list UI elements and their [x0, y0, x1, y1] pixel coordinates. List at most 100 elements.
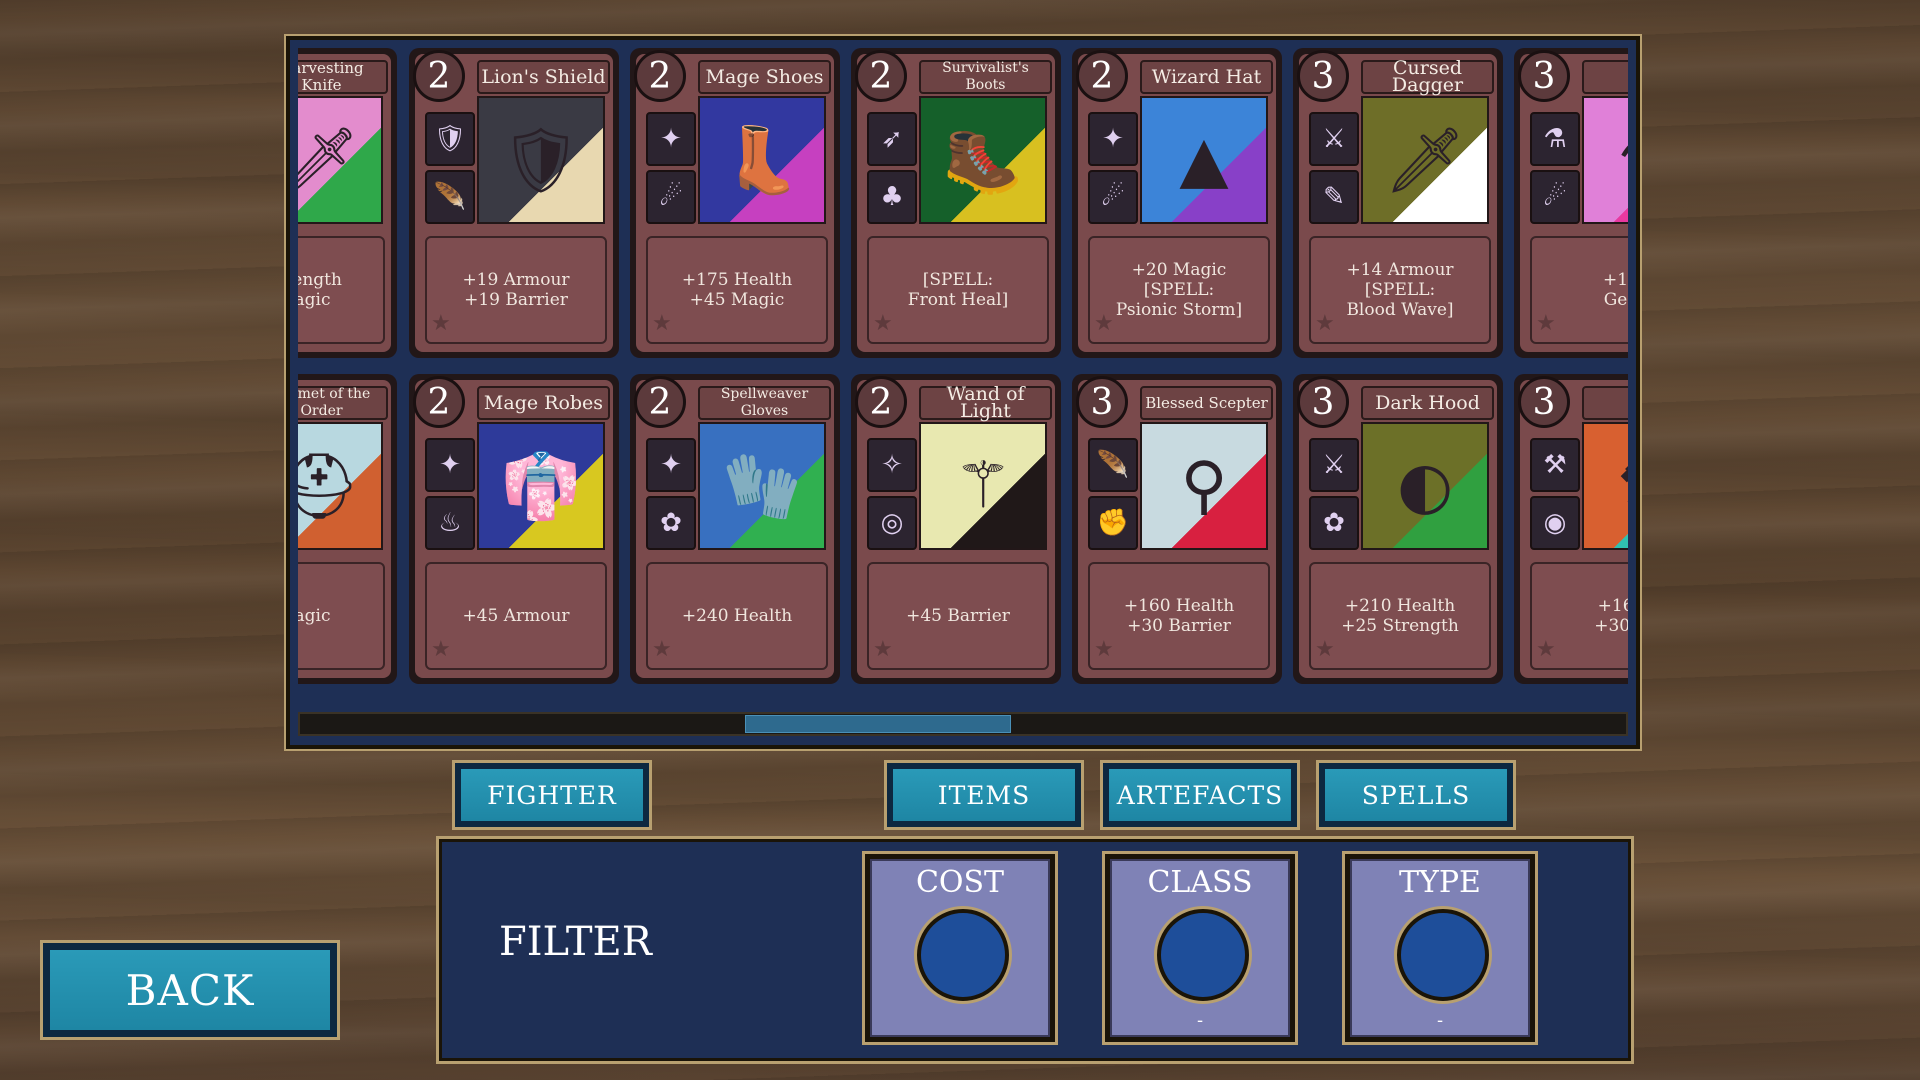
item-card[interactable]: Wand of Light ⚚ ✧ ◎ +45 Barrier ★ 2: [851, 374, 1061, 684]
card-cost: 3: [1518, 50, 1570, 102]
star-icon[interactable]: ★: [873, 637, 893, 662]
card-class-icons: ⚔ ✎: [1309, 112, 1359, 224]
card-description: +19 Armour +19 Barrier: [425, 236, 607, 344]
wing-icon: 🪶: [425, 170, 475, 224]
card-art: 🧤: [698, 422, 826, 550]
potion-icon: ⚗: [1530, 112, 1580, 166]
item-card[interactable]: Spellweaver Gloves 🧤 ✦ ✿ +240 Health ★ 2: [630, 374, 840, 684]
item-card[interactable]: Mage Robes 👘 ✦ ♨ +45 Armour ★ 2: [409, 374, 619, 684]
scrollbar-thumb[interactable]: [745, 715, 1011, 733]
filter-class[interactable]: CLASS -: [1102, 851, 1298, 1045]
card-art: ⛑: [298, 422, 383, 550]
star-icon[interactable]: ★: [1536, 311, 1556, 336]
card-frame: Helmet of the Order⛑⛑+ Magic★: [298, 380, 391, 678]
tab-items[interactable]: ITEMS: [884, 760, 1084, 830]
staff-icon: ✦: [1088, 112, 1138, 166]
star-icon[interactable]: ★: [1315, 637, 1335, 662]
staff-icon: ✦: [646, 438, 696, 492]
filter-type[interactable]: TYPE -: [1342, 851, 1538, 1045]
tab-spells[interactable]: SPELLS: [1316, 760, 1516, 830]
card-cost: 2: [634, 50, 686, 102]
item-art-icon: 🧤: [722, 449, 802, 524]
card-name: Doc: [1582, 60, 1628, 94]
card-name: Mage Shoes: [698, 60, 831, 94]
filter-class-dial[interactable]: [1157, 909, 1249, 1001]
card-class-icons: 🪶 ✊: [1088, 438, 1138, 550]
card-description: + Magic: [298, 562, 385, 670]
card-description: +45 Barrier: [867, 562, 1049, 670]
crossed-blades-icon: ⚔: [1309, 438, 1359, 492]
item-card[interactable]: Wizard Hat ▲ ✦ ☄ +20 Magic [SPELL: Psionic S…: [1072, 48, 1282, 358]
bow-icon: ➶: [867, 112, 917, 166]
filter-type-dial[interactable]: [1397, 909, 1489, 1001]
card-art: 👢: [698, 96, 826, 224]
item-card[interactable]: Blessed Scepter ⚲ 🪶 ✊ +160 Health +30 Barrie…: [1072, 374, 1282, 684]
item-art-icon: ⚒: [1617, 449, 1628, 523]
item-art-icon: 🗡: [298, 123, 360, 198]
ranger-icon: ♣: [867, 170, 917, 224]
item-art-icon: 👢: [722, 123, 802, 198]
wand-icon: ✧: [867, 438, 917, 492]
card-cost: 3: [1518, 376, 1570, 428]
item-card[interactable]: Doc⚗⚗☄+15 Gen★3: [1514, 48, 1628, 358]
star-icon[interactable]: ★: [873, 311, 893, 336]
card-description: +14 Armour [SPELL: Blood Wave]: [1309, 236, 1491, 344]
star-icon[interactable]: ★: [1094, 311, 1114, 336]
card-description: +210 Health +25 Strength: [1309, 562, 1491, 670]
item-art-icon: ⚲: [1180, 449, 1228, 523]
item-card[interactable]: Lion's Shield 🛡 🛡 🪶 +19 Armour +19 Barrier ★ 2: [409, 48, 619, 358]
card-art: ⚲: [1140, 422, 1268, 550]
item-art-icon: 🗡: [1384, 123, 1466, 198]
item-card[interactable]: Dark Hood ◐ ⚔ ✿ +210 Health +25 Strength ★ 3: [1293, 374, 1503, 684]
card-art: ⚚: [919, 422, 1047, 550]
filter-cost[interactable]: COST: [862, 851, 1058, 1045]
back-button[interactable]: BACK: [40, 940, 340, 1040]
filter-class-title: CLASS: [1147, 865, 1253, 900]
star-icon[interactable]: ★: [431, 311, 451, 336]
card-cost: 2: [413, 376, 465, 428]
tab-fighter-label: FIGHTER: [459, 767, 645, 823]
hammer-icon: ⚒: [1530, 438, 1580, 492]
card-cost: 2: [855, 376, 907, 428]
card-class-icons: ✦ ♨: [425, 438, 475, 550]
item-card[interactable]: Harvesting Knife🗡🗡+ Strength + Magic★: [298, 48, 397, 358]
item-card[interactable]: Cursed Dagger 🗡 ⚔ ✎ +14 Armour [SPELL: Blood…: [1293, 48, 1503, 358]
card-name: Dark Hood: [1361, 386, 1494, 420]
card-class-icons: ✦ ☄: [646, 112, 696, 224]
star-icon[interactable]: ★: [431, 637, 451, 662]
filter-cost-title: COST: [915, 865, 1005, 900]
card-name: Cursed Dagger: [1361, 59, 1494, 95]
item-card[interactable]: Survivalist's Boots 🥾 ➶ ♣ [SPELL: Front Heal…: [851, 48, 1061, 358]
star-icon[interactable]: ★: [652, 637, 672, 662]
feather-icon: ✎: [1309, 170, 1359, 224]
card-cost: 2: [634, 376, 686, 428]
thorn-icon: ✿: [1309, 496, 1359, 550]
star-icon[interactable]: ★: [1536, 637, 1556, 662]
star-icon[interactable]: ★: [1315, 311, 1335, 336]
tab-artefacts[interactable]: ARTEFACTS: [1100, 760, 1300, 830]
card-name: Spellweaver Gloves: [698, 386, 831, 420]
staff-icon: ✦: [425, 438, 475, 492]
filter-cost-dial[interactable]: [917, 909, 1009, 1001]
card-cost: 2: [1076, 50, 1128, 102]
filter-class-value: -: [1196, 1010, 1204, 1031]
item-card[interactable]: Duc⚒⚒◉+160 +30 A★3: [1514, 374, 1628, 684]
card-viewport[interactable]: Harvesting Knife 🗡 🗡 + Strength + Magic ★ Lio…: [298, 48, 1628, 708]
card-art: ⚗: [1582, 96, 1628, 224]
filter-label: FILTER: [499, 919, 652, 965]
card-name: Mage Robes: [477, 386, 610, 420]
star-icon[interactable]: ★: [1094, 637, 1114, 662]
tab-fighter[interactable]: FIGHTER: [452, 760, 652, 830]
item-card[interactable]: Helmet of the Order⛑⛑+ Magic★: [298, 374, 397, 684]
horizontal-scrollbar[interactable]: [298, 712, 1628, 736]
filter-type-value: -: [1436, 1010, 1444, 1031]
vortex-icon: ◎: [867, 496, 917, 550]
card-description: +20 Magic [SPELL: Psionic Storm]: [1088, 236, 1270, 344]
star-icon[interactable]: ★: [652, 311, 672, 336]
card-class-icons: ✦ ✿: [646, 438, 696, 550]
filter-type-title: TYPE: [1399, 865, 1481, 900]
psionic-icon: ☄: [1088, 170, 1138, 224]
filter-panel: FILTER COST CLASS - TYPE -: [436, 836, 1634, 1064]
item-card[interactable]: Mage Shoes 👢 ✦ ☄ +175 Health +45 Magic ★ 2: [630, 48, 840, 358]
back-button-label: BACK: [48, 948, 332, 1032]
